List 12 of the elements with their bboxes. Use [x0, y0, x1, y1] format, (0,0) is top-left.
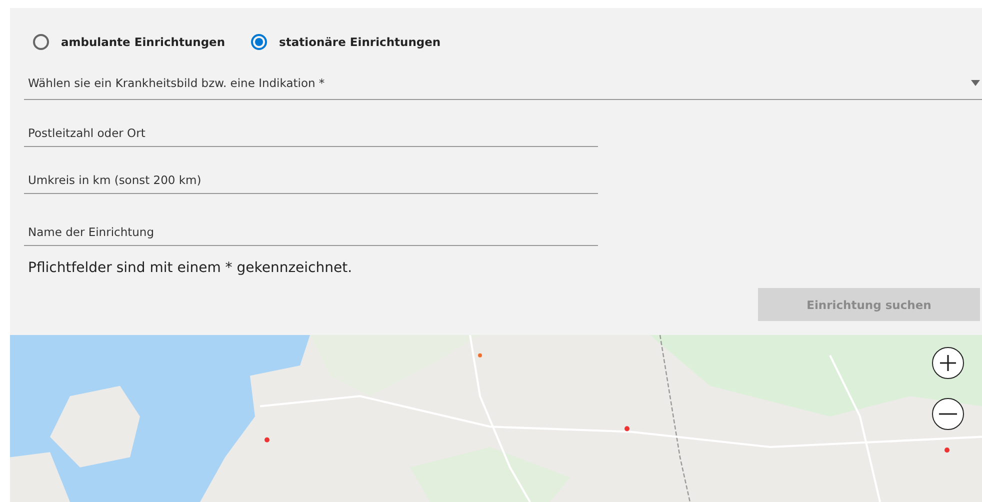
required-note: Pflichtfelder sind mit einem * gekennzeichnet. [27, 260, 354, 276]
minus-icon [939, 413, 957, 415]
radio-option[interactable]: stationäre Einrichtungen [251, 34, 441, 50]
radio-icon[interactable] [33, 34, 49, 50]
caret-icon [971, 80, 980, 86]
input-field[interactable]: Umkreis in km (sonst 200 km) [24, 160, 598, 194]
radio-option[interactable]: ambulante Einrichtungen [33, 34, 226, 50]
indication-dropdown[interactable]: Wählen sie ein Krankheitsbild bzw. eine Indikation * [24, 66, 982, 100]
plus-icon [939, 354, 957, 372]
radio-icon[interactable] [251, 34, 268, 50]
input-field[interactable]: Name der Einrichtung [24, 212, 598, 246]
input-field[interactable]: Postleitzahl oder Ort [24, 113, 598, 147]
